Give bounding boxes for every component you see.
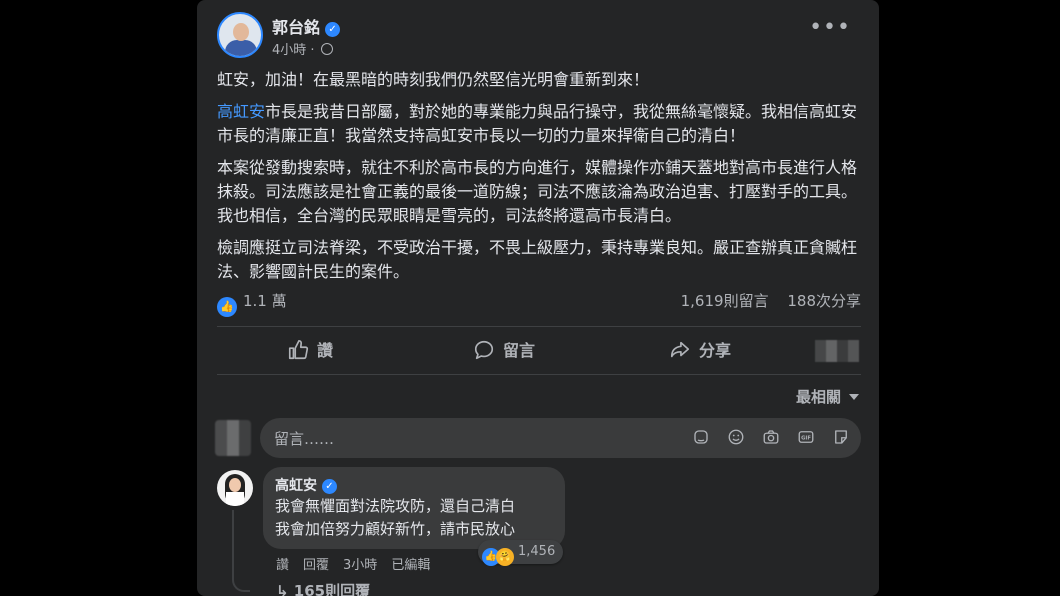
post-card: 郭台銘 ✓ 4小時 · ••• 虹安，加油！在最黑暗的時刻我們仍然堅信光明會重新到… — [197, 0, 879, 596]
page-avatar-pixelated[interactable] — [815, 340, 859, 362]
post-paragraph-1: 虹安，加油！在最黑暗的時刻我們仍然堅信光明會重新到來！ — [217, 70, 650, 89]
commenter-avatar[interactable] — [217, 470, 253, 506]
avatar-sticker-icon[interactable] — [691, 428, 711, 448]
mention-link[interactable]: 高虹安 — [217, 102, 265, 121]
comments-count[interactable]: 1,619則留言 — [681, 292, 769, 310]
comment-button-label: 留言 — [503, 341, 536, 360]
post-body: 虹安，加油！在最黑暗的時刻我們仍然堅信光明會重新到來！ 高虹安市長是我昔日部屬，… — [217, 68, 867, 292]
current-user-avatar[interactable] — [215, 420, 251, 456]
camera-icon[interactable] — [761, 428, 781, 448]
reply-arrow-icon: ↳ — [276, 582, 294, 596]
sort-label: 最相關 — [795, 388, 841, 406]
comment-like-link[interactable]: 讚 — [276, 558, 289, 573]
divider — [217, 326, 861, 327]
comment-sort-dropdown[interactable]: 最相關 — [796, 386, 859, 407]
share-button-label: 分享 — [699, 341, 732, 360]
shares-count[interactable]: 188次分享 — [787, 292, 861, 310]
post-paragraph-3: 本案從發動搜索時，就往不利於高市長的方向進行，媒體操作亦鋪天蓋地對高市長進行人格… — [217, 158, 858, 225]
divider — [217, 374, 861, 375]
post-paragraph-4: 檢調應挺立司法脊梁，不受政治干擾，不畏上級壓力，秉持專業良知。嚴正查辦真正貪贓枉… — [217, 238, 858, 281]
comment-input[interactable]: 留言…… GIF — [260, 418, 861, 458]
post-paragraph-2-text: 市長是我昔日部屬，對於她的專業能力與品行操守，我從無絲毫懷疑。我相信高虹安市長的… — [217, 102, 858, 145]
share-button[interactable]: 分享 — [669, 336, 731, 366]
comment-edited-label[interactable]: 已編輯 — [391, 558, 430, 573]
svg-text:GIF: GIF — [801, 436, 811, 442]
like-button-label: 讚 — [317, 341, 334, 360]
comment-icon — [474, 340, 494, 360]
author-name[interactable]: 郭台銘 ✓ — [272, 14, 341, 38]
composer-tools: GIF — [681, 428, 851, 450]
like-button[interactable]: 讚 — [287, 336, 333, 366]
comment-bubble: 高虹安 ✓ 我會無懼面對法院攻防，還自己清白 我會加倍努力顧好新竹，請市民放心 — [263, 467, 565, 549]
view-replies-link[interactable]: ↳ 165則回覆 — [276, 580, 370, 596]
replies-count: 165則回覆 — [293, 582, 371, 596]
chevron-down-icon — [849, 394, 859, 400]
post-time[interactable]: 4小時 — [272, 43, 306, 58]
more-options-button[interactable]: ••• — [809, 17, 851, 39]
comment-input-placeholder: 留言…… — [274, 430, 335, 448]
post-header: 郭台銘 ✓ 4小時 · ••• — [217, 12, 863, 62]
post-paragraph-2: 高虹安市長是我昔日部屬，對於她的專業能力與品行操守，我從無絲毫懷疑。我相信高虹安… — [217, 100, 867, 148]
post-actions: 讚 留言 分享 — [217, 330, 861, 372]
commenter-name-text[interactable]: 高虹安 — [275, 478, 317, 494]
comment-reaction-count: 1,456 — [518, 544, 556, 559]
comment-actions: 讚回覆 3小時 已編輯 — [276, 554, 444, 573]
care-reaction-icon: 🤗 — [496, 548, 514, 566]
verified-badge-icon: ✓ — [322, 479, 337, 494]
comment-line-2: 我會加倍努力顧好新竹，請市民放心 — [275, 520, 516, 538]
commenter-name[interactable]: 高虹安 ✓ — [275, 477, 553, 495]
post-stats: 👍 1.1 萬 1,619則留言 188次分享 — [217, 290, 861, 317]
author-name-text[interactable]: 郭台銘 — [272, 18, 320, 37]
verified-badge-icon: ✓ — [325, 22, 341, 37]
reactions-count[interactable]: 1.1 萬 — [243, 292, 287, 310]
post-meta: 4小時 · — [272, 39, 333, 58]
emoji-icon[interactable] — [726, 428, 746, 448]
author-avatar[interactable] — [217, 12, 263, 58]
comment-time[interactable]: 3小時 — [343, 558, 377, 573]
share-icon — [670, 341, 690, 358]
thumbs-up-icon — [288, 340, 309, 360]
comment-button[interactable]: 留言 — [473, 336, 535, 366]
comment-reply-link[interactable]: 回覆 — [303, 558, 329, 573]
thread-line — [232, 510, 250, 592]
globe-icon — [320, 43, 333, 55]
like-reaction-icon: 👍 — [217, 297, 237, 317]
sticker-icon[interactable] — [831, 428, 851, 448]
comment-reactions[interactable]: 👍 🤗 1,456 — [478, 540, 564, 566]
gif-icon[interactable]: GIF — [796, 428, 816, 448]
comment-line-1: 我會無懼面對法院攻防，還自己清白 — [275, 497, 516, 515]
